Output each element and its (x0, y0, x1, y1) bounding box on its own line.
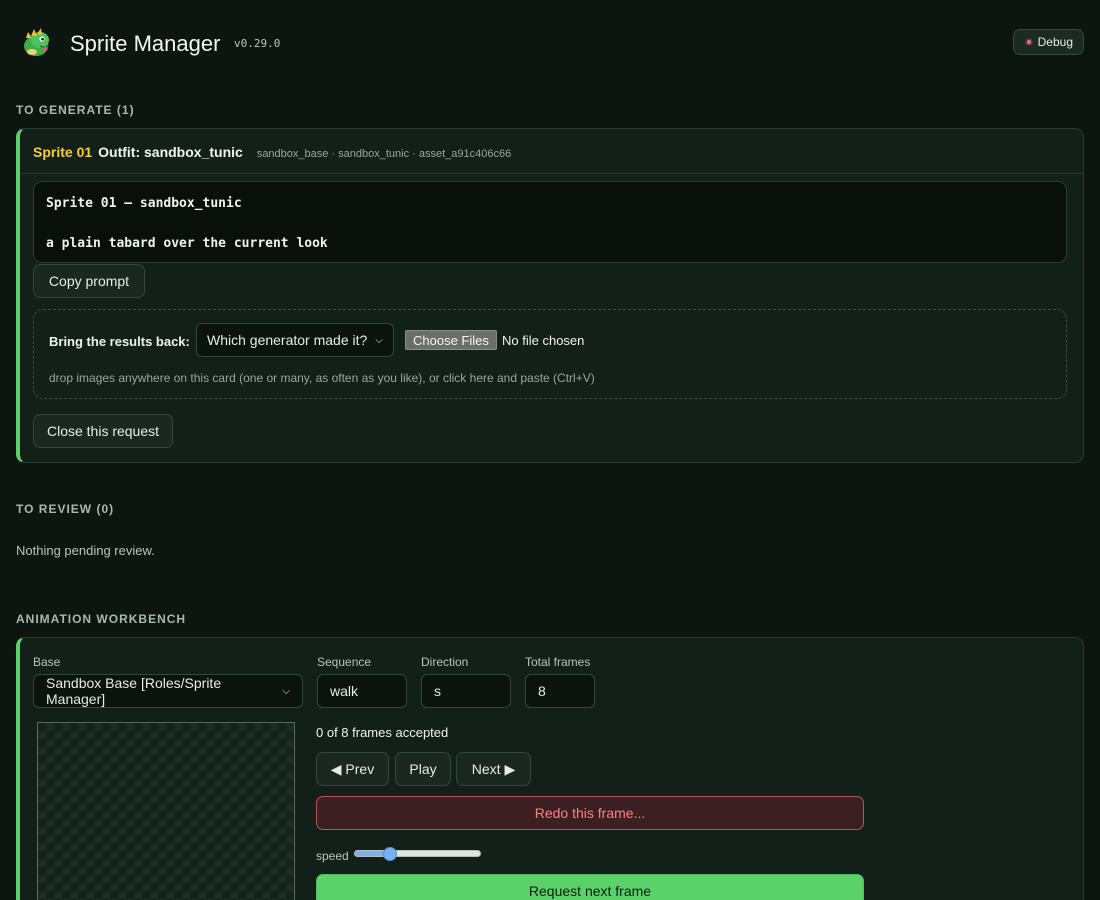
app-title: Sprite Manager (70, 31, 221, 56)
to-review-heading: TO REVIEW (0) (16, 502, 115, 516)
debug-button[interactable]: ✷ Debug (1013, 29, 1084, 55)
bring-results-label: Bring the results back: (49, 334, 190, 349)
bug-icon: ✷ (1024, 36, 1034, 49)
card-header: Sprite 01 Outfit: sandbox_tunic sandbox_… (33, 144, 511, 160)
frames-status: 0 of 8 frames accepted (316, 725, 449, 740)
frame-preview-canvas (37, 722, 295, 900)
prev-button[interactable]: ◀ Prev (316, 752, 389, 786)
outfit-name: Outfit: sandbox_tunic (98, 144, 243, 160)
speed-slider-thumb[interactable] (383, 847, 397, 861)
drop-hint: drop images anywhere on this card (one o… (49, 371, 595, 385)
workbench-heading: ANIMATION WORKBENCH (16, 612, 187, 626)
app-header: Sprite Manager v0.29.0 ✷ Debug (16, 26, 1084, 62)
to-generate-heading: TO GENERATE (1) (16, 103, 135, 117)
sprite-number: Sprite 01 (33, 144, 93, 160)
direction-input[interactable]: s (421, 674, 511, 708)
sequence-input[interactable]: walk (317, 674, 407, 708)
prompt-title: Sprite 01 — sandbox_tunic (46, 196, 242, 211)
choose-files-button[interactable]: Choose Files (405, 330, 497, 350)
speed-label: speed (316, 849, 349, 863)
next-button[interactable]: Next ▶ (456, 752, 531, 786)
direction-label: Direction (421, 655, 469, 669)
base-select-value: Sandbox Base [Roles/Sprite Manager] (46, 675, 222, 707)
chevron-down-icon: ⌵ (282, 685, 290, 697)
card-meta: sandbox_base · sandbox_tunic · asset_a91… (256, 148, 512, 160)
request-next-frame-button[interactable]: Request next frame (316, 874, 864, 900)
base-label: Base (33, 655, 61, 669)
generator-select-value: Which generator made it? (207, 332, 368, 348)
chevron-down-icon: ⌵ (375, 334, 383, 346)
close-request-button[interactable]: Close this request (33, 414, 173, 448)
speed-slider[interactable] (354, 847, 481, 861)
prompt-box: Sprite 01 — sandbox_tunic a plain tabard… (33, 181, 1067, 263)
play-button[interactable]: Play (395, 752, 451, 786)
drop-zone[interactable]: Bring the results back: Which generator … (33, 309, 1067, 399)
total-frames-input[interactable]: 8 (525, 674, 595, 708)
workbench-card: Base Sandbox Base [Roles/Sprite Manager]… (16, 637, 1084, 900)
prompt-text: a plain tabard over the current look (46, 236, 328, 251)
no-file-label: No file chosen (502, 333, 585, 348)
card-divider (20, 173, 1083, 174)
total-frames-label: Total frames (525, 655, 591, 669)
debug-label: Debug (1037, 35, 1073, 49)
copy-prompt-button[interactable]: Copy prompt (33, 264, 145, 298)
generator-select[interactable]: Which generator made it? ⌵ (196, 323, 394, 357)
request-card[interactable]: Sprite 01 Outfit: sandbox_tunic sandbox_… (16, 128, 1084, 463)
empty-review-message: Nothing pending review. (16, 543, 155, 558)
sequence-label: Sequence (317, 655, 372, 669)
base-select[interactable]: Sandbox Base [Roles/Sprite Manager] ⌵ (33, 674, 303, 708)
dragon-mascot-icon (24, 28, 50, 56)
redo-frame-button[interactable]: Redo this frame... (316, 796, 864, 830)
version-label: v0.29.0 (234, 37, 281, 50)
